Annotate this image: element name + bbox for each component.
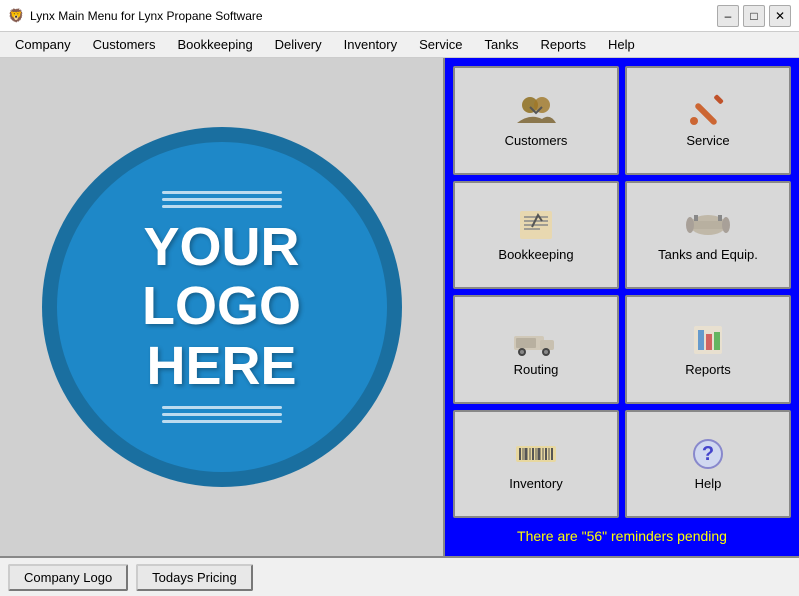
service-icon bbox=[684, 93, 732, 129]
service-button-label: Service bbox=[686, 133, 729, 148]
menu-inventory[interactable]: Inventory bbox=[333, 34, 408, 55]
reminder-text: There are "56" reminders pending bbox=[453, 524, 791, 548]
bookkeeping-icon bbox=[512, 207, 560, 243]
todays-pricing-button[interactable]: Todays Pricing bbox=[136, 564, 253, 591]
grid-buttons: Customers Service bbox=[453, 66, 791, 518]
main-content: YOUR LOGO HERE bbox=[0, 58, 799, 556]
menu-help[interactable]: Help bbox=[597, 34, 646, 55]
logo-circle-outer: YOUR LOGO HERE bbox=[42, 127, 402, 487]
routing-button[interactable]: Routing bbox=[453, 295, 619, 404]
bookkeeping-button-label: Bookkeeping bbox=[498, 247, 573, 262]
inventory-icon bbox=[512, 436, 560, 472]
reports-icon bbox=[684, 322, 732, 358]
menu-delivery[interactable]: Delivery bbox=[264, 34, 333, 55]
title-bar: 🦁 Lynx Main Menu for Lynx Propane Softwa… bbox=[0, 0, 799, 32]
logo-line-3 bbox=[162, 205, 282, 208]
tanks-button[interactable]: Tanks and Equip. bbox=[625, 181, 791, 290]
logo-decoration-bottom bbox=[162, 406, 282, 423]
logo-line-here: HERE bbox=[142, 337, 301, 396]
logo-line-4 bbox=[162, 406, 282, 409]
routing-button-label: Routing bbox=[514, 362, 559, 377]
logo-line-1 bbox=[162, 191, 282, 194]
menu-customers[interactable]: Customers bbox=[82, 34, 167, 55]
help-button-label: Help bbox=[695, 476, 722, 491]
service-button[interactable]: Service bbox=[625, 66, 791, 175]
minimize-button[interactable]: – bbox=[717, 5, 739, 27]
logo-decoration-top bbox=[162, 191, 282, 208]
help-icon: ? bbox=[684, 436, 732, 472]
inventory-button-label: Inventory bbox=[509, 476, 562, 491]
logo-text: YOUR LOGO HERE bbox=[142, 218, 301, 396]
right-panel: Customers Service bbox=[445, 58, 799, 556]
menu-company[interactable]: Company bbox=[4, 34, 82, 55]
company-logo-button[interactable]: Company Logo bbox=[8, 564, 128, 591]
bottom-bar: Company Logo Todays Pricing bbox=[0, 556, 799, 596]
logo-line-2 bbox=[162, 198, 282, 201]
tanks-button-label: Tanks and Equip. bbox=[658, 247, 758, 262]
maximize-button[interactable]: □ bbox=[743, 5, 765, 27]
left-panel: YOUR LOGO HERE bbox=[0, 58, 445, 556]
menu-tanks[interactable]: Tanks bbox=[473, 34, 529, 55]
menu-reports[interactable]: Reports bbox=[529, 34, 597, 55]
logo-line-5 bbox=[162, 413, 282, 416]
tanks-icon bbox=[684, 207, 732, 243]
logo-line-your: YOUR bbox=[142, 218, 301, 277]
customers-icon bbox=[512, 93, 560, 129]
title-bar-title: Lynx Main Menu for Lynx Propane Software bbox=[30, 9, 263, 23]
bookkeeping-button[interactable]: Bookkeeping bbox=[453, 181, 619, 290]
menu-bookkeeping[interactable]: Bookkeeping bbox=[167, 34, 264, 55]
menu-service[interactable]: Service bbox=[408, 34, 473, 55]
logo-circle-inner: YOUR LOGO HERE bbox=[57, 142, 387, 472]
help-button[interactable]: ? Help bbox=[625, 410, 791, 519]
logo-line-6 bbox=[162, 420, 282, 423]
menu-bar: Company Customers Bookkeeping Delivery I… bbox=[0, 32, 799, 58]
app-icon: 🦁 bbox=[8, 8, 24, 24]
reports-button-label: Reports bbox=[685, 362, 731, 377]
svg-text:?: ? bbox=[702, 443, 714, 465]
logo-line-logo: LOGO bbox=[142, 277, 301, 336]
reports-button[interactable]: Reports bbox=[625, 295, 791, 404]
customers-button[interactable]: Customers bbox=[453, 66, 619, 175]
customers-button-label: Customers bbox=[505, 133, 568, 148]
logo-area: YOUR LOGO HERE bbox=[32, 117, 412, 497]
close-button[interactable]: ✕ bbox=[769, 5, 791, 27]
window-controls: – □ ✕ bbox=[717, 5, 791, 27]
inventory-button[interactable]: Inventory bbox=[453, 410, 619, 519]
routing-icon bbox=[512, 322, 560, 358]
